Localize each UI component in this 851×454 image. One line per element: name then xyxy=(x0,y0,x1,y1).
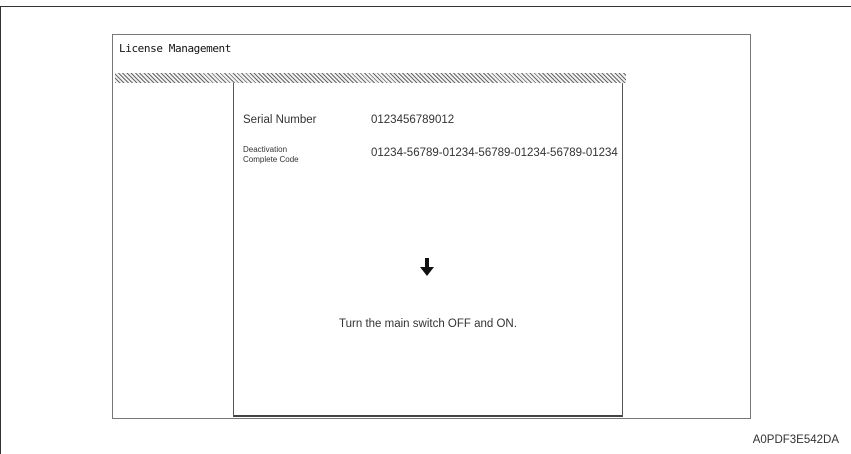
page-top-rule xyxy=(0,6,851,7)
instruction-text: Turn the main switch OFF and ON. xyxy=(339,318,517,330)
deactivation-code-label: Deactivation Complete Code xyxy=(243,145,323,165)
deactivation-code-label-line1: Deactivation xyxy=(243,145,288,154)
deactivation-dialog: Serial Number 0123456789012 Deactivation… xyxy=(233,83,623,417)
serial-number-label: Serial Number xyxy=(243,114,317,126)
arrow-down-icon xyxy=(420,258,434,276)
license-management-screen: License Management Serial Number 0123456… xyxy=(112,34,751,419)
serial-number-value: 0123456789012 xyxy=(371,114,455,126)
hatched-header-bar xyxy=(115,73,626,83)
page-left-rule xyxy=(0,6,1,454)
screen-title: License Management xyxy=(119,42,232,55)
figure-code: A0PDF3E542DA xyxy=(752,434,839,446)
deactivation-code-value: 01234-56789-01234-56789-01234-56789-0123… xyxy=(371,147,618,159)
deactivation-code-label-line2: Complete Code xyxy=(243,155,299,164)
